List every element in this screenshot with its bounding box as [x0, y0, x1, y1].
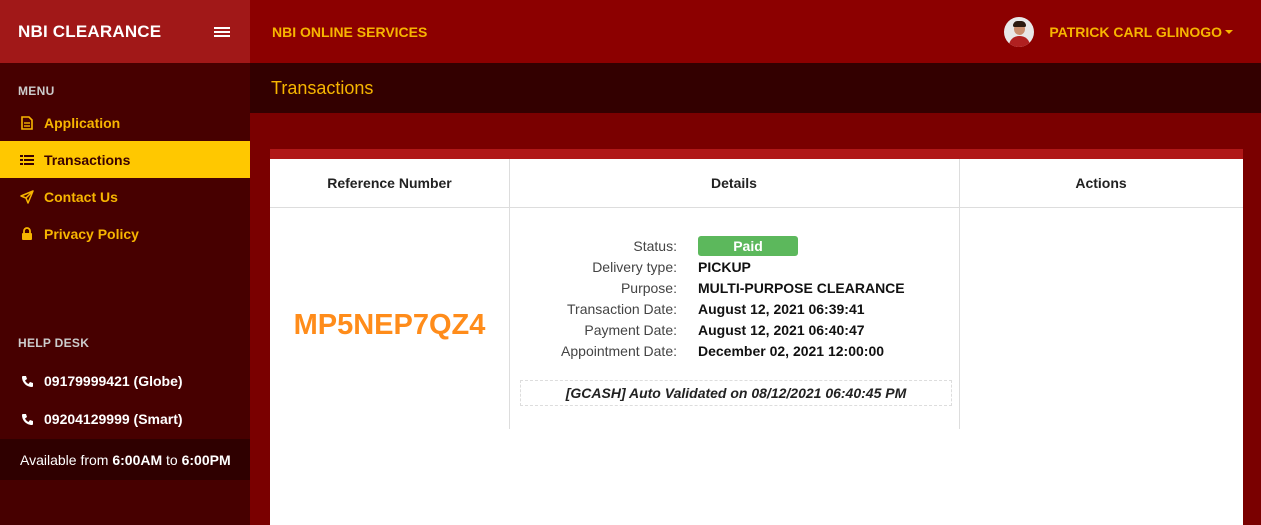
help-phone-label: 09179999421 (Globe) — [44, 373, 183, 389]
detail-label: Purpose: — [620, 279, 677, 296]
sidebar-item-contact-us[interactable]: Contact Us — [0, 178, 250, 215]
sidebar-item-label: Transactions — [44, 151, 131, 168]
sidebar-item-label: Contact Us — [44, 188, 118, 205]
document-icon — [20, 115, 34, 130]
detail-label: Status: — [633, 237, 677, 254]
availability-mid: to — [162, 451, 182, 468]
column-header-details: Details — [509, 159, 959, 208]
detail-value: August 12, 2021 06:39:41 — [698, 300, 865, 317]
detail-label: Delivery type: — [592, 258, 677, 275]
availability-prefix: Available from — [20, 451, 113, 468]
avatar — [1004, 16, 1035, 47]
detail-transaction-date: Transaction Date: August 12, 2021 06:39:… — [510, 298, 960, 319]
availability-from: 6:00AM — [112, 451, 163, 468]
help-phone-smart[interactable]: 09204129999 (Smart) — [0, 404, 250, 434]
detail-value: December 02, 2021 12:00:00 — [698, 342, 885, 359]
menu-header: MENU — [18, 84, 55, 98]
sidebar: MENU Application Transactions Contact Us… — [0, 63, 250, 525]
sidebar-item-transactions[interactable]: Transactions — [0, 141, 250, 178]
sidebar-item-application[interactable]: Application — [0, 104, 250, 141]
detail-delivery: Delivery type: PICKUP — [510, 256, 960, 277]
detail-purpose: Purpose: MULTI-PURPOSE CLEARANCE — [510, 277, 960, 298]
help-phone-label: 09204129999 (Smart) — [44, 411, 183, 427]
topbar-title[interactable]: NBI ONLINE SERVICES — [272, 24, 427, 40]
phone-icon — [20, 374, 34, 388]
brand-title: NBI CLEARANCE — [18, 21, 162, 41]
detail-appointment-date: Appointment Date: December 02, 2021 12:0… — [510, 340, 960, 361]
validation-note: [GCASH] Auto Validated on 08/12/2021 06:… — [520, 380, 952, 406]
menu-toggle-icon[interactable] — [214, 26, 230, 38]
status-badge: Paid — [698, 235, 798, 256]
user-name: PATRICK CARL GLINOGO — [1049, 23, 1222, 40]
detail-payment-date: Payment Date: August 12, 2021 06:40:47 — [510, 319, 960, 340]
sidebar-item-label: Application — [44, 114, 121, 131]
paper-plane-icon — [20, 189, 34, 204]
detail-label: Appointment Date: — [561, 342, 677, 359]
column-header-actions: Actions — [959, 159, 1243, 208]
detail-label: Transaction Date: — [567, 300, 677, 317]
list-icon — [20, 153, 34, 167]
lock-icon — [20, 226, 34, 241]
page-header: Transactions — [250, 63, 1261, 113]
detail-status: Status: Paid — [510, 235, 960, 256]
transactions-table: Reference Number Details Actions MP5NEP7… — [270, 149, 1243, 525]
reference-number: MP5NEP7QZ4 — [293, 309, 486, 341]
availability-to: 6:00PM — [181, 451, 231, 468]
detail-label: Payment Date: — [584, 321, 677, 338]
chevron-down-icon — [1225, 30, 1233, 34]
transaction-details: Status: Paid Delivery type: PICKUP Purpo… — [510, 235, 960, 361]
column-header-reference: Reference Number — [270, 159, 509, 208]
help-phone-globe[interactable]: 09179999421 (Globe) — [0, 366, 250, 396]
sidebar-item-privacy-policy[interactable]: Privacy Policy — [0, 215, 250, 252]
detail-value: MULTI-PURPOSE CLEARANCE — [698, 279, 905, 296]
availability-text: Available from 6:00AM to 6:00PM — [0, 439, 250, 480]
user-menu[interactable]: PATRICK CARL GLINOGO — [1004, 16, 1233, 47]
page-title: Transactions — [271, 77, 374, 98]
help-desk-header: HELP DESK — [18, 336, 90, 350]
sidebar-item-label: Privacy Policy — [44, 225, 139, 242]
detail-value: PICKUP — [698, 258, 751, 275]
brand-bar: NBI CLEARANCE — [0, 0, 250, 63]
top-navbar: NBI ONLINE SERVICES PATRICK CARL GLINOGO — [250, 0, 1261, 63]
detail-value: August 12, 2021 06:40:47 — [698, 321, 865, 338]
phone-icon — [20, 412, 34, 426]
